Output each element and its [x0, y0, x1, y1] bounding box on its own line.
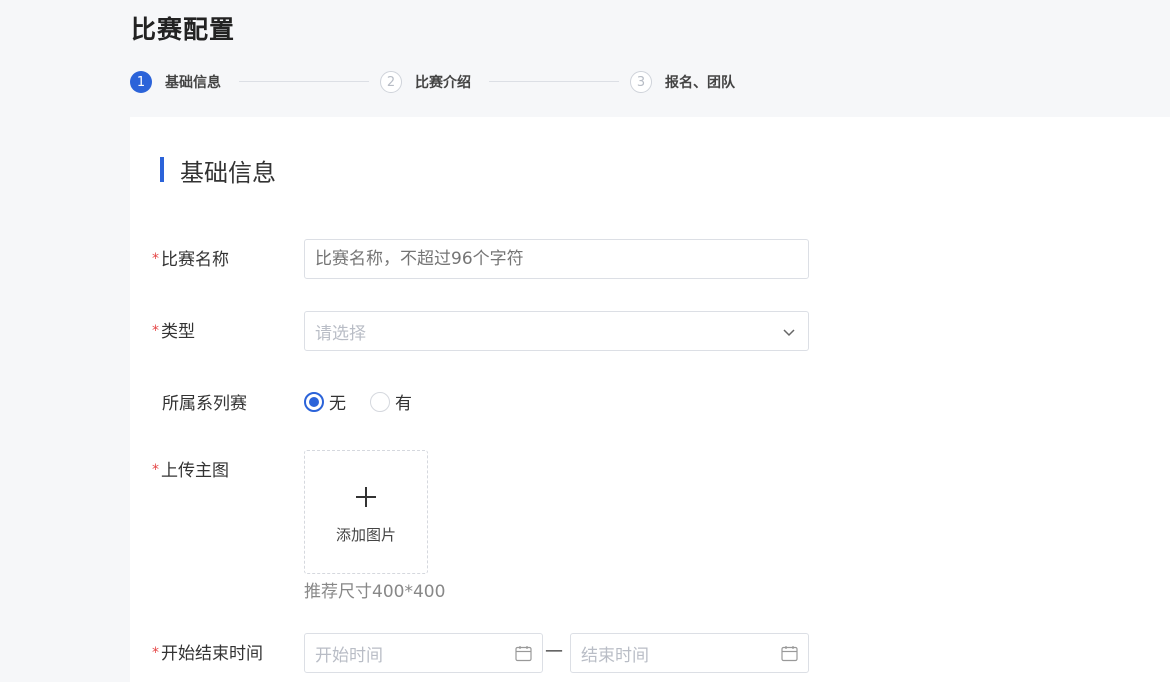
required-mark: *	[152, 323, 159, 339]
step-signup-team[interactable]: 3 报名、团队	[630, 70, 735, 94]
step-basic-info[interactable]: 1 基础信息	[130, 70, 221, 94]
section-title: 基础信息	[180, 159, 276, 187]
step-number-circle: 1	[130, 71, 152, 93]
radio-label: 无	[329, 394, 346, 414]
step-label: 报名、团队	[665, 75, 735, 91]
series-label: 所属系列赛	[162, 394, 247, 414]
step-label: 比赛介绍	[415, 75, 471, 91]
time-label: * 开始结束时间	[152, 644, 263, 664]
type-select[interactable]: 请选择	[304, 311, 809, 351]
series-radio-yes[interactable]: 有	[370, 389, 412, 414]
upload-size-hint: 推荐尺寸400*400	[304, 582, 446, 602]
step-label: 基础信息	[165, 75, 221, 91]
radio-label: 有	[395, 394, 412, 414]
start-time-picker[interactable]: 开始时间	[304, 633, 543, 673]
name-label: * 比赛名称	[152, 250, 229, 270]
step-intro[interactable]: 2 比赛介绍	[380, 70, 471, 94]
step-number-circle: 2	[380, 71, 402, 93]
upload-label: * 上传主图	[152, 461, 229, 481]
end-time-picker[interactable]: 结束时间	[570, 633, 809, 673]
step-connector	[239, 81, 369, 82]
required-mark: *	[152, 645, 159, 661]
step-number-circle: 3	[630, 71, 652, 93]
section-accent-bar	[160, 157, 164, 182]
radio-unchecked-icon[interactable]	[370, 391, 390, 412]
step-connector	[489, 81, 619, 82]
chevron-down-icon	[783, 329, 795, 337]
calendar-icon	[781, 646, 798, 662]
image-upload-box[interactable]: 添加图片	[304, 450, 428, 574]
series-radio-none[interactable]: 无	[304, 389, 346, 414]
start-time-placeholder: 开始时间	[315, 645, 383, 666]
end-time-placeholder: 结束时间	[581, 645, 649, 666]
series-radio-group: 无 有	[304, 389, 436, 414]
form-panel: 基础信息 *比赛名称 *类型 请选择 所属系列赛 无 有 *上传主图	[130, 117, 1170, 682]
plus-icon	[356, 487, 376, 507]
required-mark: *	[152, 251, 159, 267]
competition-name-input[interactable]	[304, 239, 809, 279]
type-label: * 类型	[152, 322, 195, 342]
calendar-icon	[515, 646, 532, 662]
radio-checked-icon[interactable]	[304, 391, 324, 412]
required-mark: *	[152, 462, 159, 478]
date-range-separator: —	[545, 640, 563, 661]
page-title: 比赛配置	[131, 15, 236, 44]
type-select-placeholder: 请选择	[315, 323, 366, 344]
step-indicator: 1 基础信息 2 比赛介绍 3 报名、团队	[130, 70, 770, 94]
add-image-label: 添加图片	[335, 526, 396, 544]
